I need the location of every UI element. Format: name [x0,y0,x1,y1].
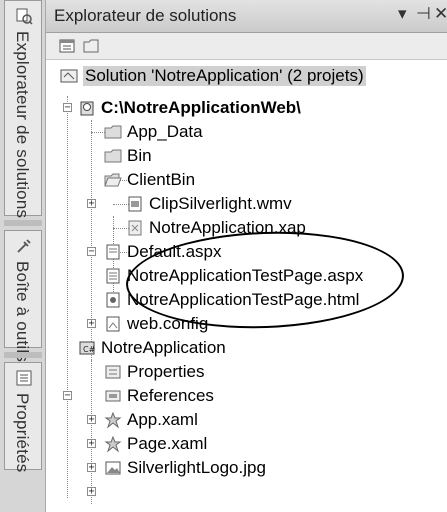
tree-item-web-config[interactable]: web.config [104,312,208,336]
expander-toggle[interactable]: + [87,199,96,209]
tree-item-label: NotreApplication.xap [149,218,306,237]
panel-title-bar: Explorateur de solutions ▾ ⊣ ✕ [46,0,447,33]
solution-explorer-icon [16,8,33,25]
tree-item-label: ClipSilverlight.wmv [149,194,292,213]
tree-item-label: Bin [127,146,152,165]
xaml-file-icon [104,435,122,453]
open-folder-icon [104,173,122,187]
show-all-files-icon[interactable] [82,37,100,55]
tree-item-bin[interactable]: Bin [104,144,152,168]
xap-file-icon [128,220,142,236]
properties-tab-label: Propriétés [13,393,32,473]
tree-item-default-aspx[interactable]: Default.aspx [104,240,222,264]
tree-item-app-data[interactable]: App_Data [104,120,203,144]
expander-toggle[interactable]: + [87,463,96,473]
tree-item-label: Properties [127,362,205,381]
tree-item-label: NotreApplicationTestPage.aspx [127,266,364,285]
strip-separator [4,220,42,226]
html-file-icon [106,292,120,308]
tree-item-references[interactable]: References [104,384,214,408]
expander-toggle[interactable]: − [63,391,72,401]
tree-item-label: NotreApplication [101,338,226,357]
tree-item-clip-wmv[interactable]: ClipSilverlight.wmv [126,192,292,216]
tree-item-testpage-html[interactable]: NotreApplicationTestPage.html [104,288,359,312]
tree-item-label: Page.xaml [127,434,208,453]
xaml-file-icon [104,411,122,429]
csharp-project-icon: C# [79,341,96,355]
folder-icon [104,149,122,163]
tree-item-label: ClientBin [127,170,196,189]
tree-item-label: web.config [127,314,209,333]
panel-title: Explorateur de solutions [54,6,237,25]
tree-connector [91,360,92,504]
tree-item-properties[interactable]: Properties [104,360,204,384]
toolbox-tab-label: Boîte à outils [13,261,32,363]
dropdown-icon[interactable]: ▾ [398,4,407,24]
tree-item-label: Solution 'NotreApplication' (2 projets) [83,66,366,86]
panel-toolbar [46,33,447,60]
tree-item-label: Default.aspx [127,242,222,261]
expander-toggle[interactable]: + [87,487,96,497]
web-project-icon [80,101,94,116]
expander-toggle[interactable]: − [87,247,96,257]
references-icon [105,390,121,402]
expander-toggle[interactable]: + [87,439,96,449]
properties-icon [16,370,32,386]
aspx-file-icon [106,268,120,284]
properties-side-tab[interactable]: Propriétés [4,362,42,473]
tree-item-label: NotreApplicationTestPage.html [127,290,360,309]
tree-item-clientbin[interactable]: ClientBin [104,168,195,192]
expander-toggle[interactable]: + [87,415,96,425]
tool-window-strip: Explorateur de solutions Boîte à outils … [0,0,46,512]
solution-icon [60,69,78,83]
solution-tree: − + − + − + + + + Solution 'NotreApplica… [46,60,447,512]
svg-text:C#: C# [83,345,96,354]
tree-item-app-xaml[interactable]: App.xaml [104,408,198,432]
aspx-file-icon [106,244,120,260]
tree-item-label: References [127,386,214,405]
tree-item-testpage-aspx[interactable]: NotreApplicationTestPage.aspx [104,264,363,288]
tree-connector [91,120,92,370]
close-icon[interactable]: ✕ [434,4,447,24]
tree-connector [91,132,105,133]
tree-connector [67,96,68,498]
solution-explorer-tab-label: Explorateur de solutions [13,31,32,219]
media-file-icon [128,196,142,212]
config-file-icon [106,316,120,332]
toolbox-icon [17,239,31,253]
tree-item-label: C:\NotreApplicationWeb\ [101,98,301,117]
folder-icon [104,125,122,139]
strip-separator [4,352,42,358]
tree-item-xap[interactable]: NotreApplication.xap [126,216,306,240]
tree-item-web-project[interactable]: C:\NotreApplicationWeb\ [78,96,301,120]
properties-icon [105,365,121,379]
tree-item-solution[interactable]: Solution 'NotreApplication' (2 projets) [60,64,366,88]
properties-icon[interactable] [58,37,76,55]
toolbox-side-tab[interactable]: Boîte à outils [4,230,42,362]
expander-toggle[interactable]: − [63,103,72,113]
tree-item-page-xaml[interactable]: Page.xaml [104,432,207,456]
tree-item-silverlight-logo[interactable]: SilverlightLogo.jpg [104,456,266,480]
image-file-icon [105,461,121,475]
tree-item-silverlight-project[interactable]: C# NotreApplication [78,336,226,360]
tree-item-label: SilverlightLogo.jpg [127,458,266,477]
pin-icon[interactable]: ⊣ [416,4,431,24]
solution-explorer-side-tab[interactable]: Explorateur de solutions [4,0,42,219]
expander-toggle[interactable]: + [87,319,96,329]
tree-item-label: App_Data [127,122,203,141]
tree-item-label: App.xaml [127,410,198,429]
